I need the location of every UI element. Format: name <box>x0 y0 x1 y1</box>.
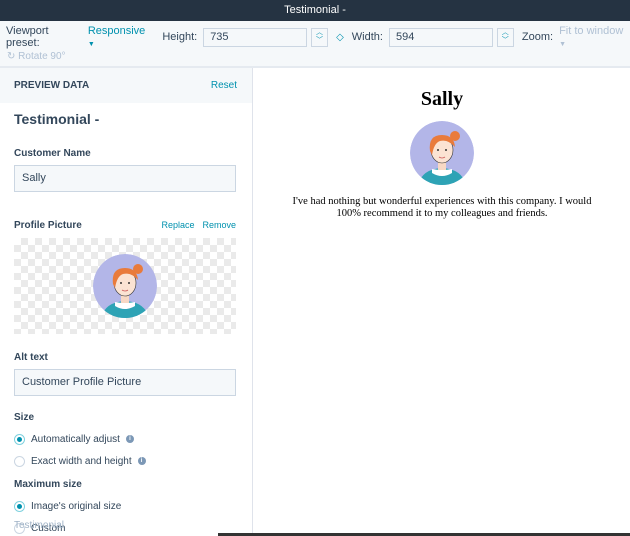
viewport-dropdown[interactable]: Responsive ▼ <box>88 25 153 49</box>
avatar <box>93 254 157 318</box>
radio-selected[interactable] <box>14 433 25 445</box>
alt-text-input[interactable]: Customer Profile Picture <box>14 369 236 396</box>
max-size-original-radio[interactable]: Image's original size <box>14 500 238 512</box>
customer-name-label: Customer Name <box>14 148 91 159</box>
module-title: Testimonial - <box>14 111 100 127</box>
preview-data-panel: PREVIEW DATA Reset Testimonial - Customer… <box>0 68 253 536</box>
swap-icon[interactable]: ◇ <box>336 32 344 43</box>
panel-header: PREVIEW DATA <box>14 80 90 91</box>
width-input[interactable]: 594 <box>388 27 493 47</box>
next-section-label: Testimonial <box>14 520 65 531</box>
width-label: Width: <box>351 31 383 43</box>
rotate-icon: ↻ <box>7 51 16 62</box>
radio-label: Exact width and height <box>31 455 132 467</box>
chevron-up-icon[interactable]: ︿ <box>316 29 323 37</box>
chevron-up-icon[interactable]: ︿ <box>502 29 509 37</box>
zoom-value: Fit to window <box>559 25 624 37</box>
chevron-down-icon[interactable]: ﹀ <box>502 37 509 45</box>
info-icon[interactable]: i <box>137 457 146 465</box>
preview-pane: Sally I've had nothing but wonderful exp… <box>254 68 630 536</box>
reset-link[interactable]: Reset <box>211 80 237 91</box>
replace-link[interactable]: Replace <box>161 220 194 230</box>
viewport-value: Responsive <box>87 25 146 37</box>
height-input[interactable]: 735 <box>203 27 307 47</box>
customer-name-input[interactable]: Sally <box>14 165 236 192</box>
zoom-dropdown[interactable]: Fit to window ▼ <box>559 25 630 49</box>
alt-text-label: Alt text <box>14 352 48 363</box>
zoom-label: Zoom: <box>521 31 554 43</box>
profile-picture-label: Profile Picture <box>14 220 82 231</box>
info-icon[interactable]: i <box>125 435 134 443</box>
size-auto-radio[interactable]: Automatically adjust i <box>14 433 238 445</box>
chevron-down-icon[interactable]: ﹀ <box>316 37 323 45</box>
testimonial-name: Sally <box>420 88 464 110</box>
profile-picture-preview[interactable] <box>14 238 236 334</box>
testimonial-quote: I've had nothing but wonderful experienc… <box>292 196 592 219</box>
window-title: Testimonial - <box>0 0 630 21</box>
toolbar: Viewport preset: Responsive ▼ Height: 73… <box>0 21 630 68</box>
width-stepper[interactable]: ︿ ﹀ <box>496 27 514 47</box>
remove-link[interactable]: Remove <box>202 220 236 230</box>
viewport-label: Viewport preset: <box>6 25 49 49</box>
size-label: Size <box>14 412 35 423</box>
caret-down-icon: ▼ <box>87 41 95 48</box>
rotate-button[interactable]: ↻ Rotate 90° <box>7 51 66 62</box>
max-size-label: Maximum size <box>14 479 82 490</box>
radio-unselected[interactable] <box>14 455 25 467</box>
height-stepper[interactable]: ︿ ﹀ <box>310 27 329 47</box>
radio-selected[interactable] <box>14 500 25 512</box>
avatar <box>410 121 474 185</box>
size-exact-radio[interactable]: Exact width and height i <box>14 455 238 467</box>
radio-label: Automatically adjust <box>31 433 120 445</box>
radio-label: Image's original size <box>31 500 122 512</box>
height-label: Height: <box>162 31 198 43</box>
caret-down-icon: ▼ <box>559 41 567 48</box>
avatar-wrap <box>254 121 630 190</box>
rotate-label: Rotate 90° <box>18 51 66 62</box>
